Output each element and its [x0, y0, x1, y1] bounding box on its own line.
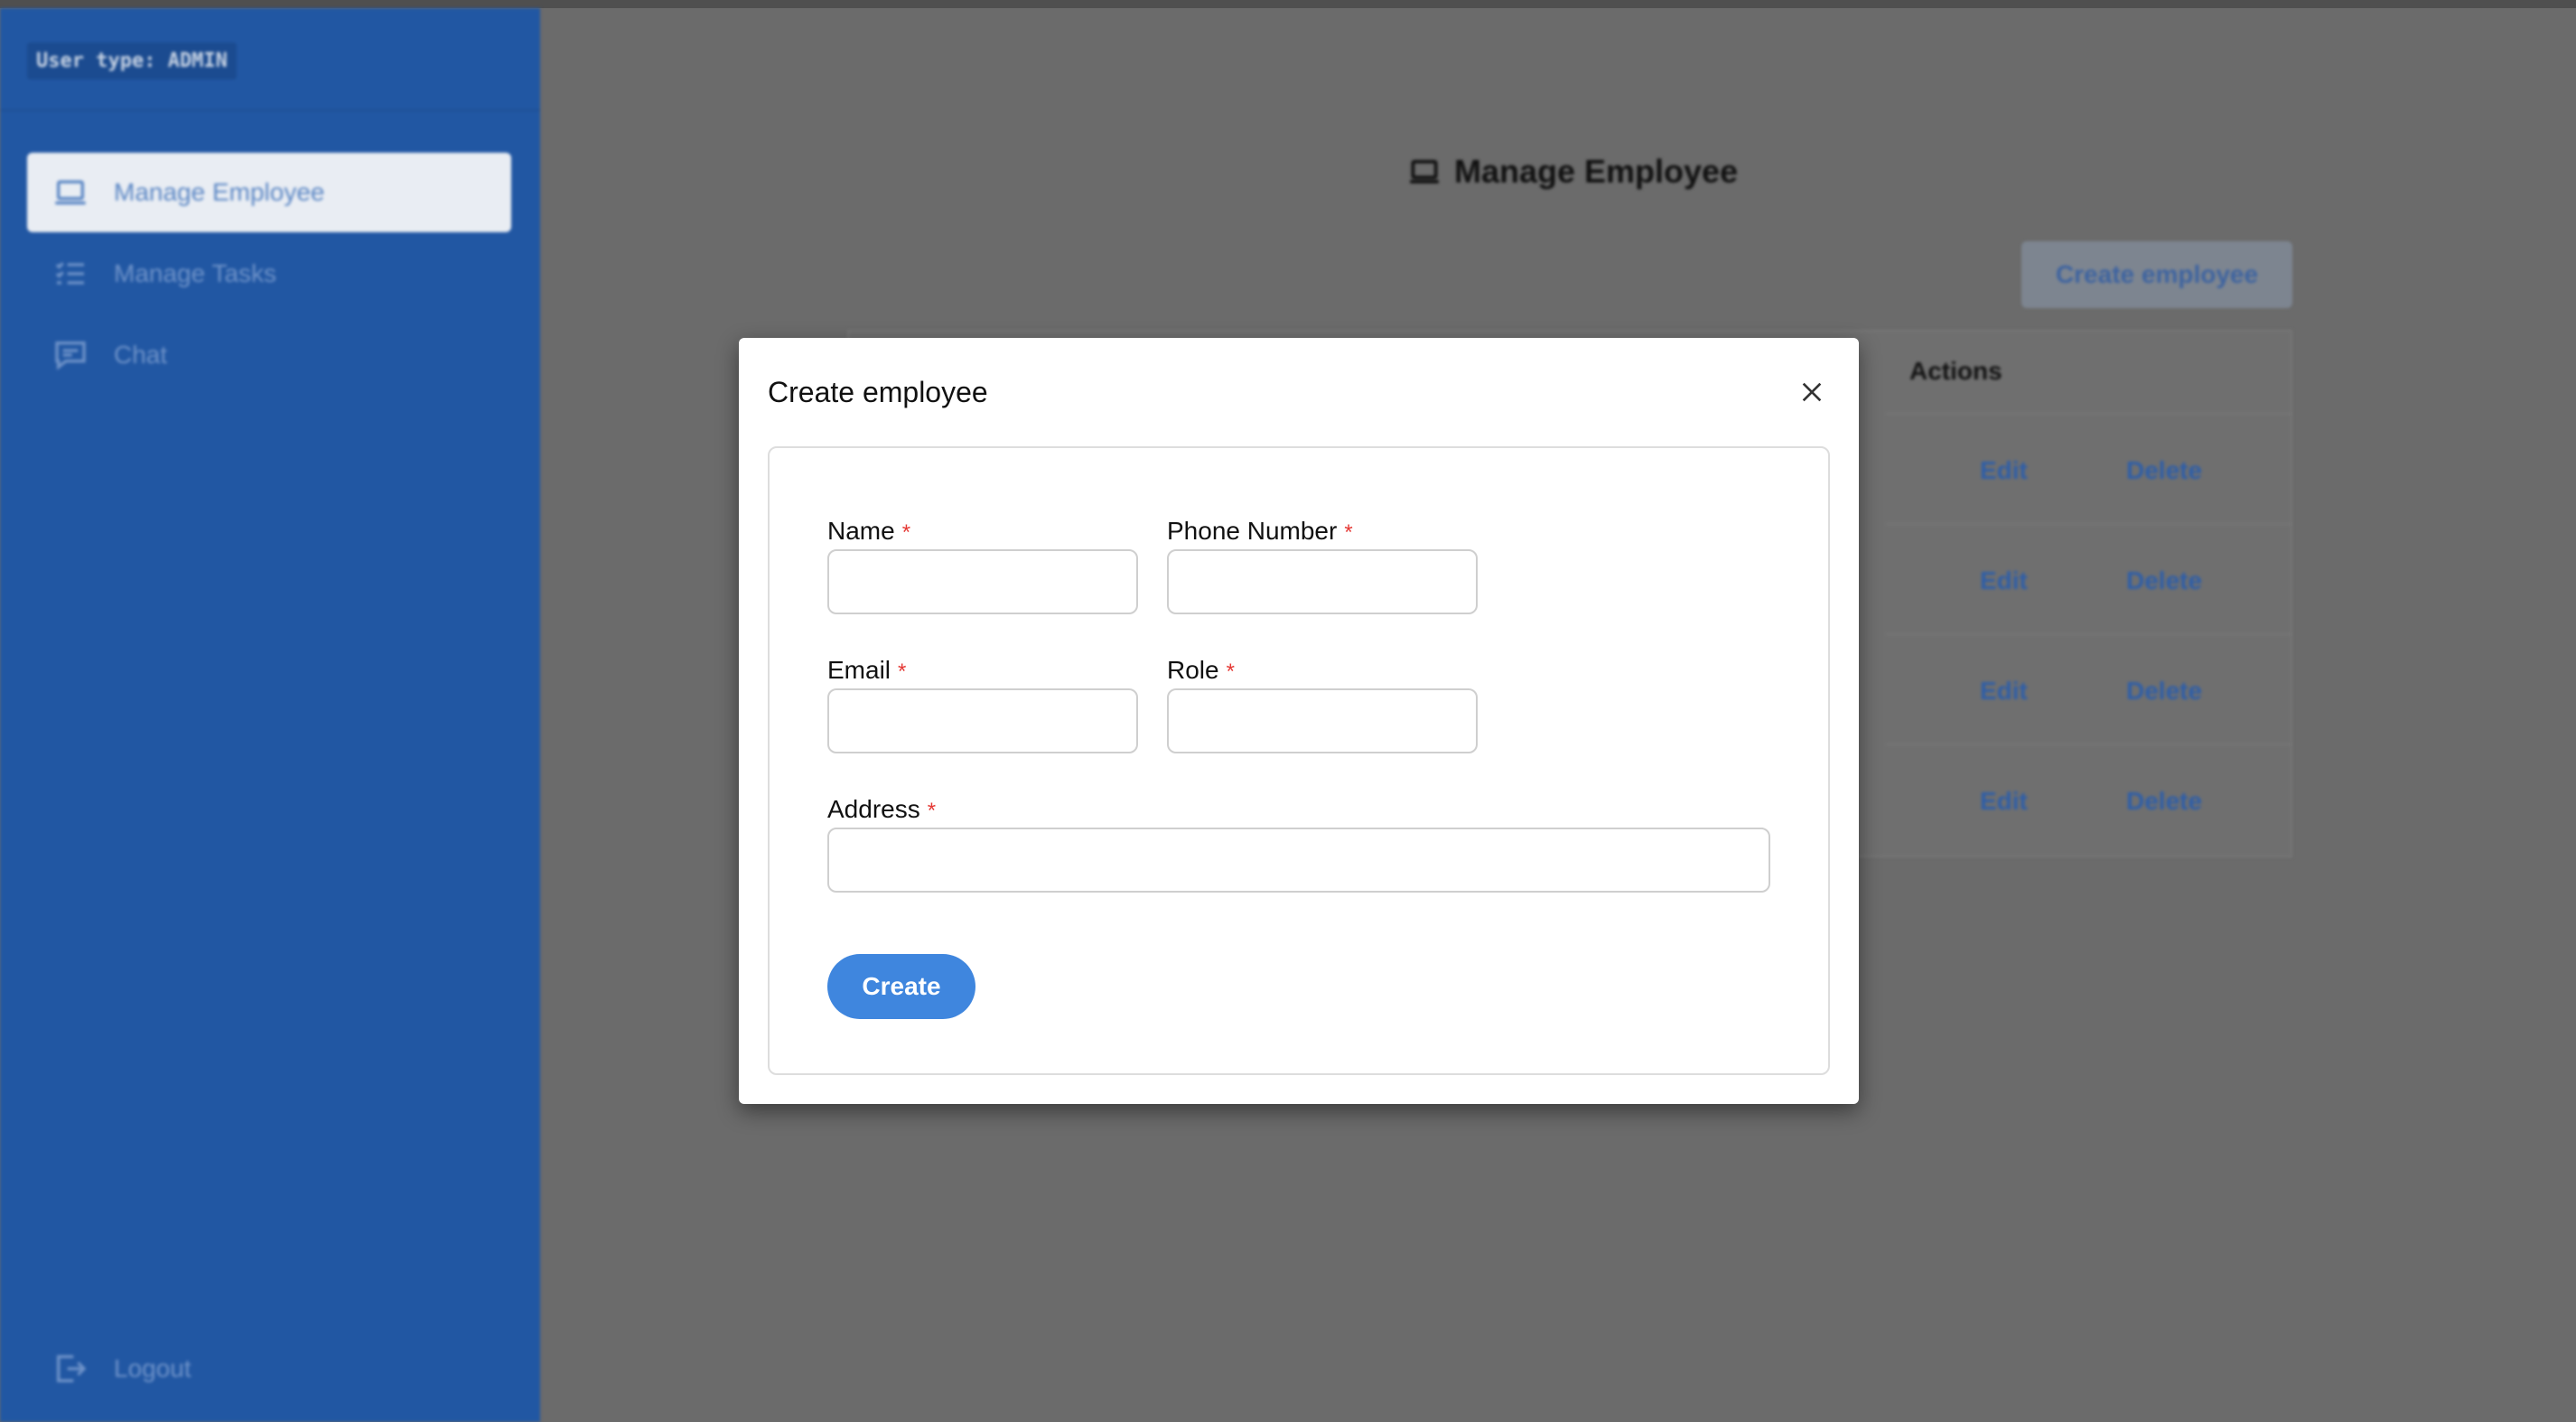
create-employee-modal: Create employee Name * Phone Number * Emai… [739, 338, 1859, 1104]
close-icon [1802, 382, 1822, 402]
email-input[interactable] [827, 688, 1138, 753]
actions-header: Actions [1909, 357, 2002, 385]
row-divider [1886, 413, 2292, 415]
list-icon [51, 254, 90, 294]
sidebar: User type: ADMIN Manage Employee Manage … [0, 8, 540, 1422]
create-button[interactable]: Create [827, 954, 975, 1019]
phone-number-label: Phone Number * [1167, 517, 1353, 545]
create-employee-form: Name * Phone Number * Email * Role * Address… [768, 446, 1830, 1075]
phone-number-input[interactable] [1167, 549, 1478, 614]
chat-icon [51, 335, 90, 375]
logout-button[interactable]: Logout [27, 1329, 511, 1408]
sidebar-item-label: Chat [114, 341, 168, 369]
required-marker: * [901, 520, 911, 545]
required-marker: * [927, 799, 937, 823]
sidebar-item-manage-tasks[interactable]: Manage Tasks [27, 234, 511, 313]
page-title: Manage Employee [1407, 153, 1738, 191]
logout-icon [51, 1349, 90, 1389]
edit-link[interactable]: Edit [1980, 787, 2028, 816]
close-button[interactable] [1794, 374, 1830, 410]
delete-link[interactable]: Delete [2126, 677, 2202, 706]
delete-link[interactable]: Delete [2126, 566, 2202, 595]
user-type-badge: User type: ADMIN [27, 42, 237, 80]
edit-link[interactable]: Edit [1980, 677, 2028, 706]
delete-link[interactable]: Delete [2126, 787, 2202, 816]
row-divider [1886, 633, 2292, 635]
name-input[interactable] [827, 549, 1138, 614]
required-marker: * [898, 660, 907, 684]
modal-title: Create employee [768, 376, 988, 408]
sidebar-item-label: Manage Employee [114, 178, 325, 206]
address-label: Address * [827, 795, 937, 823]
delete-link[interactable]: Delete [2126, 456, 2202, 485]
sidebar-divider [0, 109, 540, 111]
laptop-icon [1410, 160, 1439, 183]
row-divider [1886, 744, 2292, 745]
required-marker: * [1344, 520, 1353, 545]
email-label: Email * [827, 656, 907, 684]
role-input[interactable] [1167, 688, 1478, 753]
edit-link[interactable]: Edit [1980, 456, 2028, 485]
logout-label: Logout [114, 1354, 191, 1382]
sidebar-item-label: Manage Tasks [114, 259, 277, 287]
edit-link[interactable]: Edit [1980, 566, 2028, 595]
sidebar-item-manage-employee[interactable]: Manage Employee [27, 153, 511, 232]
address-input[interactable] [827, 828, 1770, 893]
sidebar-item-chat[interactable]: Chat [27, 315, 511, 395]
create-employee-button[interactable]: Create employee [2021, 241, 2292, 308]
window-top-bar [0, 0, 2576, 8]
laptop-icon [51, 173, 90, 212]
row-divider [1886, 523, 2292, 525]
role-label: Role * [1167, 656, 1235, 684]
required-marker: * [1226, 660, 1235, 684]
name-label: Name * [827, 517, 911, 545]
